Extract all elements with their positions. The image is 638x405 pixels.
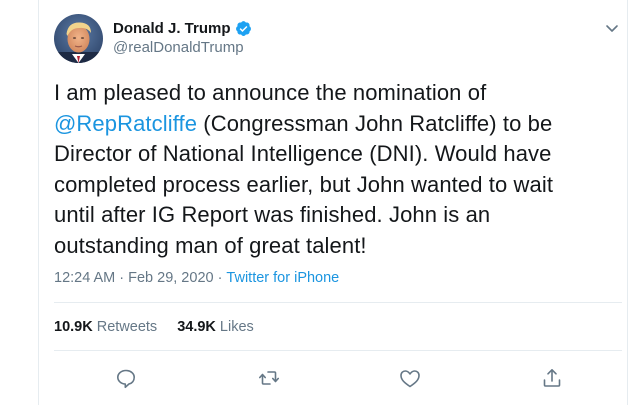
mention-link[interactable]: @RepRatcliffe <box>54 111 197 136</box>
tweet-time[interactable]: 12:24 AM <box>54 270 115 286</box>
retweets-count: 10.9K <box>54 319 93 335</box>
tweet-line: @RepRatcliffe (Congressman John Ratcliff… <box>54 109 554 140</box>
tweet-line-text: (Congressman John Ratcliffe) to be <box>197 110 553 136</box>
divider <box>54 302 622 303</box>
tweet-line: completed process earlier, but John want… <box>54 171 554 197</box>
verified-badge-icon <box>235 20 252 37</box>
author-handle[interactable]: @realDonaldTrump <box>113 39 244 56</box>
likes-count: 34.9K <box>177 319 216 335</box>
tweet-card: Donald J. Trump @realDonaldTrump I am pl… <box>0 0 628 405</box>
avatar[interactable] <box>54 14 103 63</box>
avatar-image <box>54 14 103 63</box>
likes-label: Likes <box>219 319 254 335</box>
retweets-stat[interactable]: 10.9K Retweets <box>54 319 157 335</box>
chevron-down-icon[interactable] <box>602 18 622 38</box>
tweet-text: I am pleased to announce the nomination … <box>54 78 554 261</box>
divider <box>54 350 622 351</box>
tweet-meta: 12:24 AM · Feb 29, 2020 · Twitter for iP… <box>54 270 339 286</box>
tweet-date[interactable]: Feb 29, 2020 <box>128 270 213 286</box>
meta-separator: · <box>217 270 223 286</box>
meta-separator: · <box>119 270 125 286</box>
retweets-label: Retweets <box>96 319 158 335</box>
likes-stat[interactable]: 34.9K Likes <box>177 319 254 335</box>
tweet-stats: 10.9K Retweets 34.9K Likes <box>54 319 254 335</box>
tweet-line: I am pleased to announce the nomination … <box>54 80 487 105</box>
tweet-source-link[interactable]: Twitter for iPhone <box>226 270 339 286</box>
author-name-row: Donald J. Trump <box>113 18 252 38</box>
column-divider <box>38 0 39 405</box>
tweet-line: Director of National Intelligence (DNI).… <box>54 141 552 166</box>
tweet-line: until after IG Report was finished. John… <box>54 202 491 227</box>
reply-icon[interactable] <box>114 366 138 390</box>
author-display-name[interactable]: Donald J. Trump <box>113 20 231 37</box>
retweet-icon[interactable] <box>257 366 281 390</box>
tweet-line: outstanding man of great talent! <box>54 232 367 258</box>
tweet-actions <box>0 366 628 390</box>
like-icon[interactable] <box>398 366 422 390</box>
share-icon[interactable] <box>540 366 564 390</box>
